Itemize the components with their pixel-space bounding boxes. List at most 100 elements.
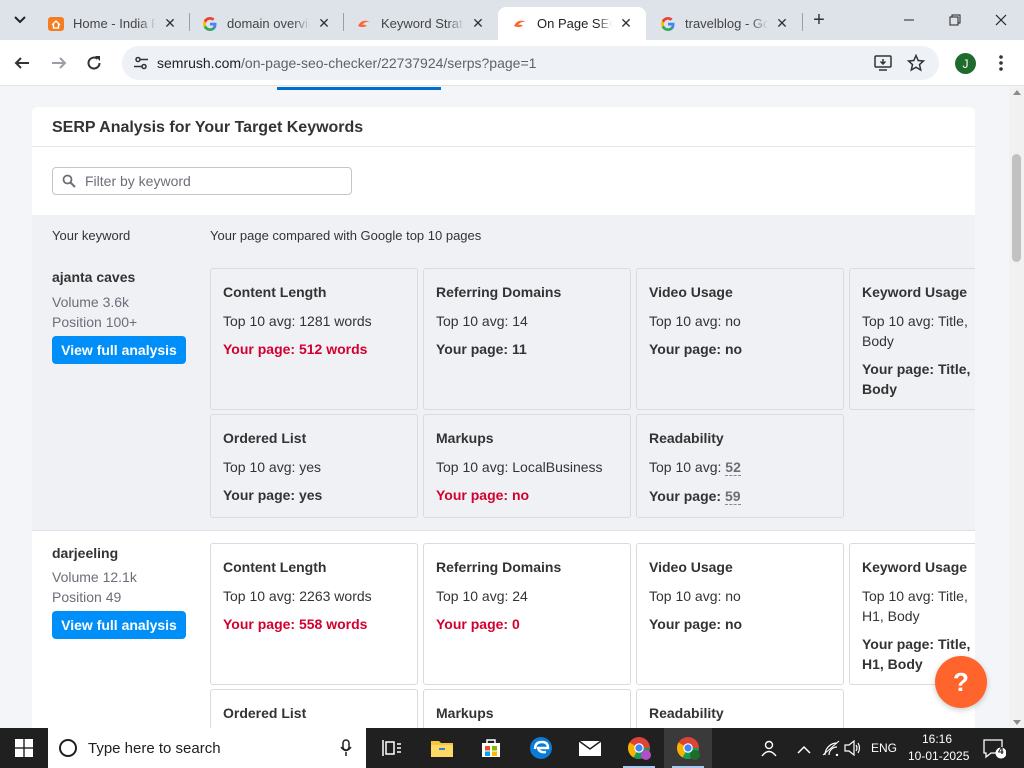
keyword-volume: Volume 12.1k bbox=[52, 569, 137, 585]
card-title: Ordered List bbox=[223, 430, 307, 446]
chrome-active-button[interactable] bbox=[664, 728, 712, 768]
view-full-analysis-button[interactable]: View full analysis bbox=[52, 611, 186, 639]
profile-avatar[interactable]: J bbox=[955, 53, 976, 74]
card-top10-value: Top 10 avg: 2263 words bbox=[223, 588, 372, 604]
card-content-length: Content Length Top 10 avg: 1281 words Yo… bbox=[210, 268, 418, 410]
tab-title: Home - India F bbox=[73, 16, 156, 31]
notification-count-badge: 4 bbox=[998, 746, 1004, 757]
card-top10-value: Top 10 avg: no bbox=[649, 588, 741, 604]
site-settings-icon[interactable] bbox=[133, 55, 149, 76]
card-your-page-value: Your page: 11 bbox=[436, 341, 527, 357]
clock-date[interactable]: 10-01-2025 bbox=[908, 749, 969, 763]
chrome-icon bbox=[677, 737, 700, 760]
file-explorer-button[interactable] bbox=[418, 728, 466, 768]
task-view-button[interactable] bbox=[368, 728, 416, 768]
address-bar[interactable]: semrush.com/on-page-seo-checker/22737924… bbox=[122, 46, 939, 80]
minimize-button[interactable] bbox=[886, 0, 932, 40]
volume-icon[interactable] bbox=[844, 739, 862, 761]
browser-tab-keyword-strategy[interactable]: Keyword Strate ✕ bbox=[342, 7, 498, 40]
question-mark-icon: ? bbox=[953, 666, 969, 697]
readability-your-score[interactable]: 59 bbox=[724, 488, 741, 505]
keyword-row-darjeeling: darjeeling Volume 12.1k Position 49 View… bbox=[32, 531, 975, 728]
browser-tab-on-page-seo[interactable]: On Page SEO C ✕ bbox=[498, 7, 646, 40]
readability-your-label: Your page: bbox=[649, 488, 722, 504]
card-readability: Readability bbox=[636, 689, 844, 728]
card-your-page-value: Your page: yes bbox=[223, 487, 323, 503]
filter-keyword-field[interactable] bbox=[52, 167, 352, 195]
url-host: semrush.com bbox=[157, 55, 242, 71]
help-button[interactable]: ? bbox=[935, 656, 987, 708]
start-button[interactable] bbox=[0, 728, 48, 768]
close-tab-icon[interactable]: ✕ bbox=[618, 15, 634, 32]
minimize-icon bbox=[904, 19, 914, 21]
language-indicator[interactable]: ENG bbox=[871, 741, 897, 755]
new-tab-button[interactable]: + bbox=[808, 9, 830, 31]
tab-search-dropdown[interactable] bbox=[6, 8, 34, 32]
edge-icon bbox=[530, 737, 552, 759]
network-icon[interactable] bbox=[822, 740, 840, 761]
taskbar-search-box[interactable]: Type here to search bbox=[48, 728, 366, 768]
card-top10-value: Top 10 avg: no bbox=[649, 313, 741, 329]
scroll-up-arrow-icon[interactable] bbox=[1013, 90, 1021, 95]
card-referring-domains: Referring Domains Top 10 avg: 14 Your pa… bbox=[423, 268, 631, 410]
close-tab-icon[interactable]: ✕ bbox=[162, 15, 178, 32]
forward-button[interactable] bbox=[45, 49, 73, 77]
clock-time[interactable]: 16:16 bbox=[922, 732, 952, 746]
panel-divider bbox=[32, 146, 975, 147]
close-tab-icon[interactable]: ✕ bbox=[774, 15, 790, 32]
view-full-analysis-button[interactable]: View full analysis bbox=[52, 336, 186, 364]
chevron-down-icon bbox=[14, 16, 26, 24]
close-icon bbox=[995, 14, 1007, 26]
readability-top-score[interactable]: 52 bbox=[725, 459, 741, 476]
restore-button[interactable] bbox=[932, 0, 978, 40]
edge-browser-button[interactable] bbox=[517, 728, 565, 768]
keyword-position: Position 100+ bbox=[52, 314, 138, 330]
semrush-icon bbox=[356, 16, 372, 32]
back-button[interactable] bbox=[8, 49, 36, 77]
browser-toolbar: semrush.com/on-page-seo-checker/22737924… bbox=[0, 40, 1024, 86]
card-readability: Readability Top 10 avg: 52 Your page: 59 bbox=[636, 414, 844, 518]
reload-button[interactable] bbox=[80, 49, 108, 77]
chevron-up-icon[interactable] bbox=[797, 742, 811, 760]
page-scrollbar[interactable] bbox=[1009, 87, 1024, 728]
orange-home-icon bbox=[48, 16, 64, 32]
close-tab-icon[interactable]: ✕ bbox=[470, 15, 486, 32]
card-top10-value: Top 10 avg: Title, H1, Body bbox=[862, 588, 968, 624]
google-icon bbox=[202, 16, 218, 32]
taskbar-search-placeholder: Type here to search bbox=[88, 740, 221, 757]
card-keyword-usage: Keyword Usage Top 10 avg: Title, Body Yo… bbox=[849, 268, 975, 410]
card-your-page-value: Your page: no bbox=[649, 616, 743, 632]
card-title: Keyword Usage bbox=[862, 559, 968, 575]
microsoft-store-button[interactable] bbox=[467, 728, 515, 768]
search-icon bbox=[62, 174, 76, 188]
install-app-icon[interactable] bbox=[874, 54, 892, 77]
filter-keyword-input[interactable] bbox=[85, 172, 345, 190]
table-header: Your keyword Your page compared with Goo… bbox=[32, 215, 975, 255]
semrush-icon bbox=[512, 16, 528, 32]
browser-tab-home-india[interactable]: Home - India F ✕ bbox=[34, 7, 190, 40]
keyword-position: Position 49 bbox=[52, 589, 122, 605]
scrollbar-thumb[interactable] bbox=[1012, 154, 1021, 262]
search-icon bbox=[59, 739, 77, 757]
browser-tab-domain-overview[interactable]: domain overvie ✕ bbox=[188, 7, 344, 40]
card-top10-value: Top 10 avg: Title, Body bbox=[862, 313, 968, 349]
column-header-keyword: Your keyword bbox=[52, 228, 131, 243]
mail-button[interactable] bbox=[566, 728, 614, 768]
column-header-comparison: Your page compared with Google top 10 pa… bbox=[210, 228, 482, 243]
close-tab-icon[interactable]: ✕ bbox=[316, 15, 332, 32]
bookmark-star-icon[interactable] bbox=[906, 53, 926, 77]
more-menu-icon[interactable] bbox=[996, 54, 1006, 77]
card-your-page-value: Your page: 0 bbox=[436, 616, 520, 632]
microphone-icon[interactable] bbox=[340, 739, 352, 757]
browser-tab-travelblog[interactable]: travelblog - Go ✕ bbox=[646, 7, 802, 40]
reload-icon bbox=[87, 56, 101, 70]
people-icon[interactable] bbox=[760, 739, 778, 762]
card-title: Keyword Usage bbox=[862, 284, 968, 300]
card-top10-value: Top 10 avg: 24 bbox=[436, 588, 528, 604]
scroll-down-arrow-icon[interactable] bbox=[1013, 720, 1021, 725]
task-view-icon bbox=[382, 740, 401, 756]
chrome-profile-button[interactable] bbox=[615, 728, 663, 768]
card-title: Markups bbox=[436, 430, 494, 446]
close-window-button[interactable] bbox=[978, 0, 1024, 40]
tab-title: domain overvie bbox=[227, 16, 310, 31]
